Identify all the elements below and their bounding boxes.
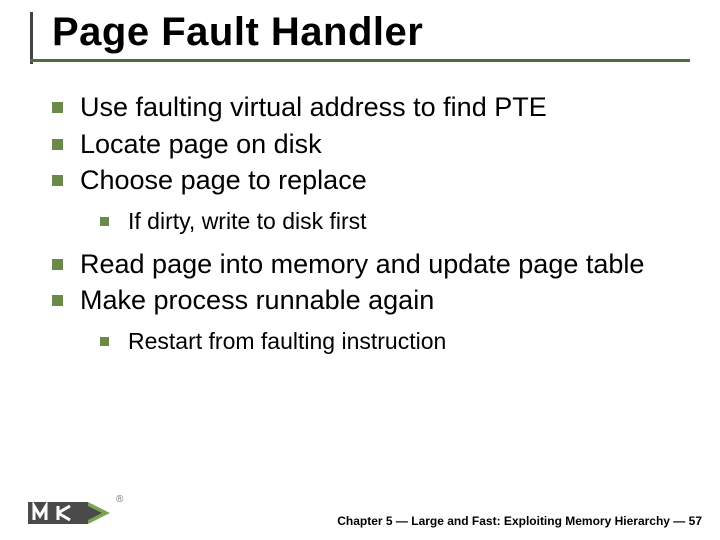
bullet-text: Locate page on disk [80, 129, 322, 159]
sub-bullet-list: Restart from faulting instruction [80, 326, 690, 357]
bullet-text: Choose page to replace [80, 165, 367, 195]
bullet-text: Restart from faulting instruction [128, 328, 446, 354]
content-area: Use faulting virtual address to find PTE… [48, 90, 690, 367]
title-area: Page Fault Handler [30, 10, 700, 62]
bullet-text: If dirty, write to disk first [128, 208, 367, 234]
title-underline [30, 59, 690, 62]
slide-title: Page Fault Handler [30, 10, 700, 55]
sub-bullet-list: If dirty, write to disk first [80, 206, 690, 237]
publisher-logo: ® [28, 496, 123, 530]
bullet-text: Read page into memory and update page ta… [80, 249, 644, 279]
list-item: Make process runnable again Restart from… [48, 283, 690, 357]
bullet-text: Make process runnable again [80, 285, 434, 315]
registered-mark: ® [116, 494, 123, 505]
footer-text: Chapter 5 — Large and Fast: Exploiting M… [337, 514, 702, 528]
list-item: Locate page on disk [48, 127, 690, 162]
bullet-list: Use faulting virtual address to find PTE… [48, 90, 690, 357]
list-item: Restart from faulting instruction [98, 326, 690, 357]
list-item: Choose page to replace If dirty, write t… [48, 163, 690, 237]
mk-logo-icon [28, 496, 112, 530]
list-item: If dirty, write to disk first [98, 206, 690, 237]
list-item: Use faulting virtual address to find PTE [48, 90, 690, 125]
list-item: Read page into memory and update page ta… [48, 247, 690, 282]
bullet-text: Use faulting virtual address to find PTE [80, 92, 547, 122]
slide: Page Fault Handler Use faulting virtual … [0, 0, 720, 540]
